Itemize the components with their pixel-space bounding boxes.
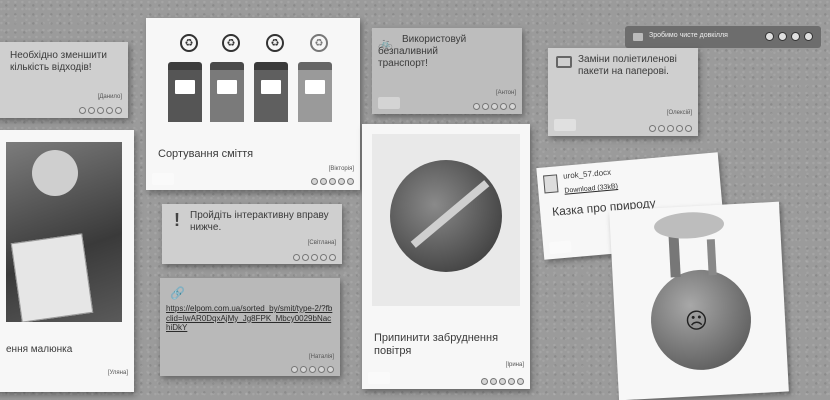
author-tag: [Вікторія] [328,166,354,172]
trash-bin-icon [210,62,244,122]
card-caption: Сортування сміття [158,148,254,160]
card-caption: Припинити забруднення повітря [374,332,499,358]
file-name: urok_57.docx [562,167,612,181]
drawing-paper [10,233,94,322]
card-sorting[interactable]: ♻ ♻ ♻ ♻ Сортування сміття [Вікторія] [146,18,360,190]
author-tag: [Данило] [97,94,122,100]
link-icon: 🔗 [170,286,185,300]
recycle-icon: ♻ [310,34,328,52]
author-tag: [Олексій] [666,110,692,116]
rating-stars[interactable] [311,178,354,185]
toolbar-button-1[interactable] [765,32,774,41]
card-drawing[interactable]: ення малюнка [Уляна] [0,130,134,392]
drawing-photo [6,142,122,322]
note-text: Необхідно зменшити кількість відходів! [10,50,107,73]
toolbar-button-2[interactable] [778,32,787,41]
card-earth[interactable]: ☹ [609,201,789,400]
rating-stars[interactable] [291,366,334,373]
exclamation-icon: ! [174,210,180,230]
note-link[interactable]: 🔗 https://elpom.com.ua/sorted_by/smit/ty… [160,278,340,376]
rating-stars[interactable] [293,254,336,261]
pollution-drawing [372,134,520,306]
card-pollution[interactable]: Припинити забруднення повітря [Ірина] [362,124,530,389]
download-link[interactable]: Download (33kB) [564,183,618,195]
padlet-stamp [368,372,390,384]
padlet-stamp [554,119,576,131]
recycle-icon: ♻ [180,34,198,52]
recycle-icon: ♻ [222,34,240,52]
author-tag: [Антон] [496,90,516,96]
factory-chimney [706,239,717,276]
author-tag: [Уляна] [107,370,128,376]
author-tag: [Наталія] [309,354,334,360]
note-reduce-waste[interactable]: Необхідно зменшити кількість відходів! [… [0,42,128,118]
padlet-stamp [548,240,572,255]
earth-illustration: ☹ [648,267,754,373]
note-transport[interactable]: 🚲 Використовуй безпаливний транспорт! [А… [372,28,522,114]
note-text: Заміни поліетиленові пакети на паперові. [578,54,677,77]
sad-face-icon: ☹ [684,307,709,334]
recycle-icon: ♻ [266,34,284,52]
board-toolbar: Зробимо чисте довкілля [625,26,821,48]
padlet-stamp [378,97,400,109]
external-link[interactable]: https://elpom.com.ua/sorted_by/smit/type… [166,304,334,333]
note-bags[interactable]: Заміни поліетиленові пакети на паперові.… [548,48,698,136]
rating-stars[interactable] [481,378,524,385]
author-tag: [Ірина] [505,362,524,368]
note-exercise[interactable]: ! Пройдіть інтерактивну вправу нижче. [С… [162,204,342,264]
author-tag: [Світлана] [307,240,336,246]
padlet-stamp [152,173,174,185]
board-icon [633,33,643,41]
toolbar-button-3[interactable] [791,32,800,41]
comment-icon [556,56,572,68]
toolbar-button-4[interactable] [804,32,813,41]
note-text: Використовуй безпаливний транспорт! [378,34,467,69]
board-title: Зробимо чисте довкілля [649,32,728,39]
card-caption: ення малюнка [6,344,73,355]
trash-bin-icon [298,62,332,122]
smoke-cloud [653,210,725,241]
trash-bin-icon [254,62,288,122]
rating-stars[interactable] [473,103,516,110]
document-icon [543,174,559,194]
note-text: Пройдіть інтерактивну вправу нижче. [190,210,329,233]
trash-bin-icon [168,62,202,122]
rating-stars[interactable] [79,107,122,114]
child-figure [32,150,78,196]
rating-stars[interactable] [649,125,692,132]
